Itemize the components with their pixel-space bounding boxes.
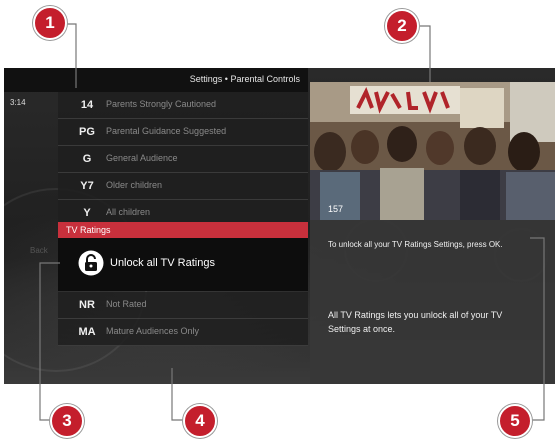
callout-4: 4 (183, 404, 217, 438)
callout-3: 3 (50, 404, 84, 438)
callout-1: 1 (33, 6, 67, 40)
callout-leader-lines (39, 23, 545, 421)
callout-2: 2 (385, 9, 419, 43)
callout-5: 5 (498, 404, 532, 438)
